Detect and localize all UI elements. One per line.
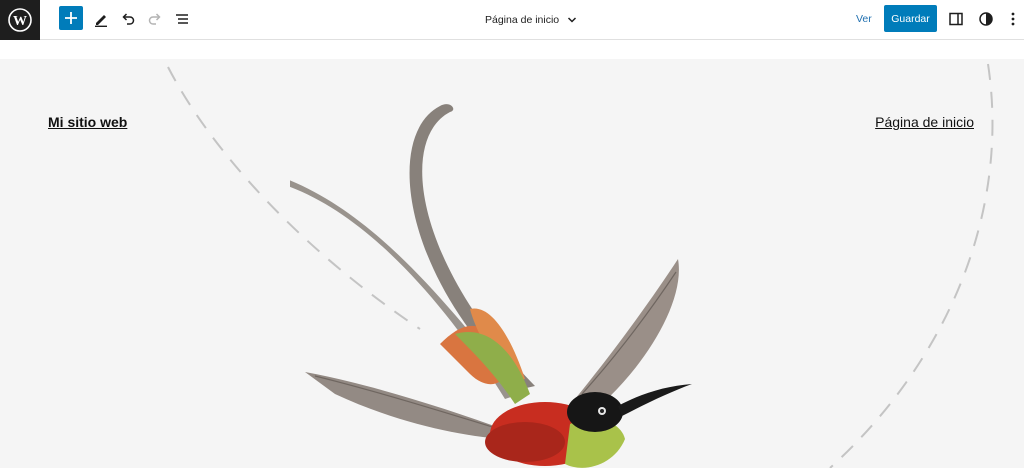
redo-icon — [148, 13, 161, 25]
editor-canvas[interactable]: Mi sitio web Página de inicio — [0, 59, 1024, 468]
hummingbird-illustration — [290, 104, 692, 468]
list-view-icon — [176, 14, 188, 24]
list-view-button[interactable] — [169, 6, 195, 32]
options-button[interactable] — [1004, 6, 1022, 32]
undo-button[interactable] — [115, 6, 141, 32]
styles-button[interactable] — [973, 6, 999, 32]
undo-icon — [122, 13, 135, 25]
nav-item-home[interactable]: Página de inicio — [875, 114, 974, 130]
wordpress-logo-button[interactable]: W — [0, 0, 40, 40]
svg-text:W: W — [13, 14, 27, 29]
document-title-dropdown[interactable]: Página de inicio — [485, 0, 577, 40]
pencil-icon — [95, 15, 107, 27]
chevron-down-icon — [568, 17, 577, 23]
editor-toolbar: W Página de inicio Ver Guardar — [0, 0, 1024, 40]
tools-button[interactable] — [88, 6, 114, 32]
save-button[interactable]: Guardar — [884, 5, 937, 32]
add-block-button[interactable] — [59, 6, 83, 30]
site-title[interactable]: Mi sitio web — [48, 114, 127, 130]
redo-button[interactable] — [142, 6, 168, 32]
vertical-dots-icon — [1011, 12, 1015, 26]
document-title: Página de inicio — [485, 14, 560, 26]
half-circle-contrast-icon — [979, 12, 993, 26]
sidebar-toggle-icon — [949, 12, 963, 26]
wordpress-logo-icon: W — [8, 8, 32, 32]
settings-button[interactable] — [943, 6, 969, 32]
view-link[interactable]: Ver — [856, 0, 872, 38]
plus-icon — [65, 12, 77, 24]
